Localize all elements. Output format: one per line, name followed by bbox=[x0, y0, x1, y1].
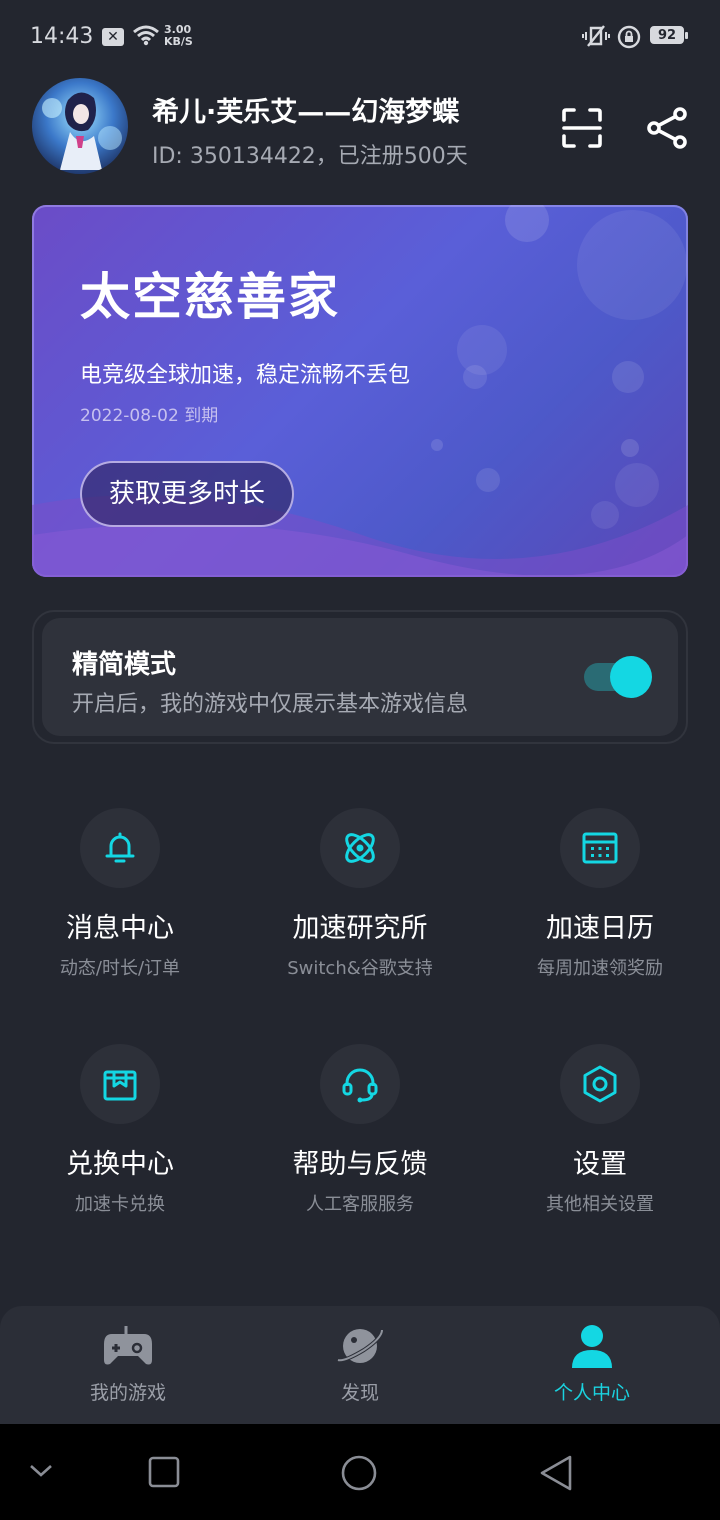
battery-indicator: 92 bbox=[650, 26, 688, 44]
nav-my-games[interactable]: 我的游戏 bbox=[8, 1322, 248, 1405]
share-icon bbox=[647, 107, 687, 149]
settings-icon bbox=[583, 1065, 617, 1103]
calendar-icon bbox=[582, 832, 618, 864]
banner-subtitle: 电竞级全球加速，稳定流畅不丢包 bbox=[80, 363, 411, 388]
avatar[interactable] bbox=[32, 78, 128, 174]
tile-icon-circle bbox=[80, 1044, 160, 1124]
nav-label: 个人中心 bbox=[553, 1382, 630, 1404]
person-icon bbox=[572, 1325, 612, 1368]
tile-redeem-center[interactable]: 兑换中心 加速卡兑换 bbox=[0, 1044, 240, 1216]
nav-profile[interactable]: 个人中心 bbox=[472, 1322, 712, 1405]
planet-icon bbox=[337, 1329, 384, 1363]
back-button-icon[interactable] bbox=[538, 1454, 574, 1492]
speed-unit: KB/S bbox=[164, 35, 193, 48]
banner-title: 太空慈善家 bbox=[80, 268, 340, 326]
share-button[interactable] bbox=[644, 104, 692, 152]
scan-button[interactable] bbox=[558, 104, 606, 152]
notification-icon: ✕ bbox=[102, 28, 124, 46]
tile-label: 消息中心 bbox=[66, 913, 174, 944]
gamepad-icon bbox=[104, 1326, 152, 1365]
tile-label: 兑换中心 bbox=[66, 1149, 174, 1180]
network-speed: 3.00 KB/S bbox=[164, 24, 193, 48]
scan-icon bbox=[562, 108, 602, 148]
nav-icon-wrap bbox=[8, 1322, 248, 1374]
tile-icon-circle bbox=[320, 1044, 400, 1124]
system-navigation-bar bbox=[0, 1424, 720, 1520]
tile-calendar[interactable]: 加速日历 每周加速领奖励 bbox=[480, 808, 720, 980]
tile-message-center[interactable]: 消息中心 动态/时长/订单 bbox=[0, 808, 240, 980]
tile-settings[interactable]: 设置 其他相关设置 bbox=[480, 1044, 720, 1216]
nav-icon-wrap bbox=[240, 1322, 480, 1374]
tile-research-lab[interactable]: 加速研究所 Switch&谷歌支持 bbox=[240, 808, 480, 980]
get-more-time-button[interactable]: 获取更多时长 bbox=[80, 461, 294, 527]
vibrate-icon bbox=[582, 25, 610, 47]
toggle-knob bbox=[610, 656, 652, 698]
tile-sub: 动态/时长/订单 bbox=[59, 958, 181, 979]
rotation-lock-icon bbox=[617, 25, 641, 49]
tile-sub: Switch&谷歌支持 bbox=[287, 958, 433, 979]
status-bar: 14:43 ✕ 3.00 KB/S 92 bbox=[0, 0, 720, 72]
chevron-down-icon[interactable] bbox=[28, 1460, 54, 1480]
bell-icon bbox=[105, 832, 135, 863]
tile-icon-circle bbox=[320, 808, 400, 888]
tile-label: 加速研究所 bbox=[292, 913, 428, 944]
status-time: 14:43 bbox=[30, 24, 94, 49]
tile-help-feedback[interactable]: 帮助与反馈 人工客服服务 bbox=[240, 1044, 480, 1216]
simple-mode-description: 开启后，我的游戏中仅展示基本游戏信息 bbox=[72, 692, 469, 717]
tile-icon-circle bbox=[80, 808, 160, 888]
simple-mode-title: 精简模式 bbox=[72, 650, 177, 680]
headset-icon bbox=[342, 1068, 378, 1103]
box-icon bbox=[103, 1070, 137, 1101]
tile-sub: 加速卡兑换 bbox=[75, 1194, 165, 1215]
tile-icon-circle bbox=[560, 1044, 640, 1124]
nav-label: 发现 bbox=[340, 1382, 379, 1404]
nav-discover[interactable]: 发现 bbox=[240, 1322, 480, 1405]
tile-sub: 人工客服服务 bbox=[306, 1194, 414, 1215]
nav-label: 我的游戏 bbox=[89, 1382, 166, 1404]
wifi-icon bbox=[133, 25, 159, 46]
tile-sub: 其他相关设置 bbox=[546, 1194, 654, 1215]
user-id: ID: 350134422，已注册500天 bbox=[152, 144, 468, 169]
recents-button-icon[interactable] bbox=[148, 1456, 180, 1488]
expiry-date: 2022-08-02 到期 bbox=[80, 406, 219, 426]
tile-label: 帮助与反馈 bbox=[292, 1149, 428, 1180]
tile-label: 加速日历 bbox=[546, 913, 654, 944]
home-button-icon[interactable] bbox=[340, 1454, 378, 1492]
nav-icon-wrap bbox=[472, 1322, 712, 1374]
membership-banner[interactable]: 太空慈善家 电竞级全球加速，稳定流畅不丢包 2022-08-02 到期 获取更多… bbox=[32, 205, 688, 577]
tile-sub: 每周加速领奖励 bbox=[537, 958, 663, 979]
tile-icon-circle bbox=[560, 808, 640, 888]
simple-mode-toggle[interactable] bbox=[584, 656, 652, 698]
bottom-nav: 我的游戏 发现 个人中心 bbox=[0, 1306, 720, 1424]
username: 希儿·芙乐艾——幻海梦蝶 bbox=[152, 97, 460, 128]
atom-icon bbox=[345, 833, 375, 863]
tile-label: 设置 bbox=[573, 1149, 627, 1180]
